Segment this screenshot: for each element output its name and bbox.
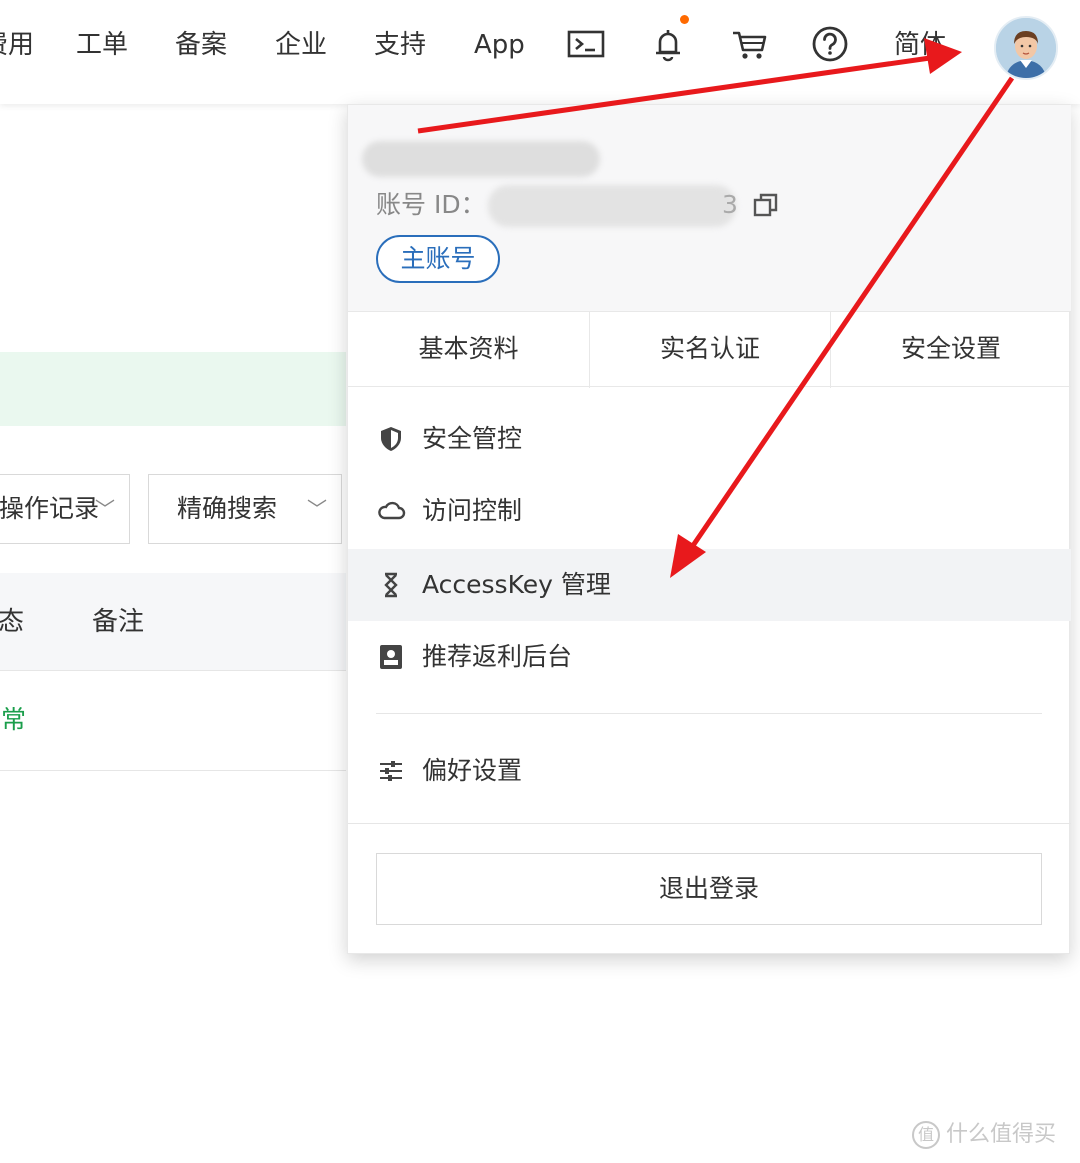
info-banner (0, 352, 346, 426)
main-account-badge: 主账号 (376, 235, 500, 283)
tab-real-name-verification[interactable]: 实名认证 (589, 312, 830, 388)
menu-label-security-control: 安全管控 (422, 424, 523, 453)
nav-item-app[interactable]: App (474, 26, 525, 64)
watermark: 值什么值得买 (912, 1118, 1056, 1152)
menu-divider (376, 713, 1042, 714)
table-row: 正常 (0, 671, 346, 771)
exact-search-dropdown[interactable]: 精确搜索 ﹀ (148, 474, 342, 544)
copy-icon[interactable] (752, 191, 780, 219)
bell-icon[interactable] (648, 24, 688, 64)
menu-item-preferences[interactable]: 偏好设置 (348, 735, 1071, 807)
language-switch[interactable]: 简体 (894, 26, 946, 64)
account-id-label: 账号 ID： (376, 190, 486, 219)
help-icon[interactable] (810, 24, 850, 64)
tab-basic-info[interactable]: 基本资料 (348, 312, 589, 388)
column-header-status[interactable]: 状态 (0, 603, 24, 641)
nav-item-billing[interactable]: 费用 (0, 26, 34, 64)
column-header-remarks[interactable]: 备注 (92, 603, 144, 641)
record-filter-dropdown[interactable]: 操作记录 ﹀ (0, 474, 130, 544)
avatar-portrait-icon (996, 18, 1056, 78)
logout-button[interactable]: 退出登录 (376, 853, 1042, 925)
nav-item-icp-filing[interactable]: 备案 (175, 26, 227, 64)
sliders-icon (380, 761, 402, 781)
nav-item-tickets[interactable]: 工单 (76, 26, 128, 64)
account-id-redacted (488, 185, 736, 227)
account-name-redacted (362, 141, 600, 177)
exact-search-label: 精确搜索 (177, 494, 278, 523)
notification-dot (680, 15, 689, 24)
nav-item-support[interactable]: 支持 (374, 26, 426, 64)
menu-item-access-control[interactable]: 访问控制 (348, 475, 1071, 547)
terminal-icon[interactable] (566, 24, 606, 64)
nav-item-enterprise[interactable]: 企业 (275, 26, 327, 64)
account-id-tail: 3 (722, 190, 738, 219)
key-icon (384, 572, 398, 598)
menu-item-security-control[interactable]: 安全管控 (348, 403, 1071, 475)
menu-item-accesskey-management[interactable]: AccessKey 管理 (348, 549, 1071, 621)
shield-icon (381, 427, 401, 451)
menu-label-accesskey-management: AccessKey 管理 (422, 570, 611, 599)
menu-item-referral-rebate[interactable]: 推荐返利后台 (348, 621, 1071, 693)
chevron-down-icon: ﹀ (307, 497, 327, 521)
cart-icon[interactable] (730, 24, 770, 64)
tab-security-settings[interactable]: 安全设置 (830, 312, 1071, 388)
watermark-text: 什么值得买 (946, 1122, 1057, 1147)
table-header: 状态 备注 (0, 573, 346, 671)
record-filter-label: 操作记录 (0, 494, 100, 523)
panel-divider (348, 823, 1071, 824)
menu-label-access-control: 访问控制 (422, 496, 523, 525)
cloud-icon (378, 501, 406, 520)
chevron-down-icon: ﹀ (95, 497, 115, 521)
user-avatar[interactable] (994, 16, 1058, 80)
status-value: 正常 (0, 705, 27, 734)
menu-label-preferences: 偏好设置 (422, 756, 523, 785)
top-navigation-bar: 费用 工单 备案 企业 支持 App 简体 (0, 0, 1080, 104)
account-summary: 账号 ID： 3 主账号 (348, 105, 1071, 311)
account-dropdown-panel: 账号 ID： 3 主账号 基本资料 实名认证 安全设置 安全管控 访问控制 Ac… (347, 104, 1071, 954)
menu-label-referral-rebate: 推荐返利后台 (422, 642, 573, 671)
account-tabs: 基本资料 实名认证 安全设置 (348, 311, 1071, 388)
watermark-logo-icon: 值 (912, 1121, 940, 1149)
referral-icon (380, 645, 402, 669)
